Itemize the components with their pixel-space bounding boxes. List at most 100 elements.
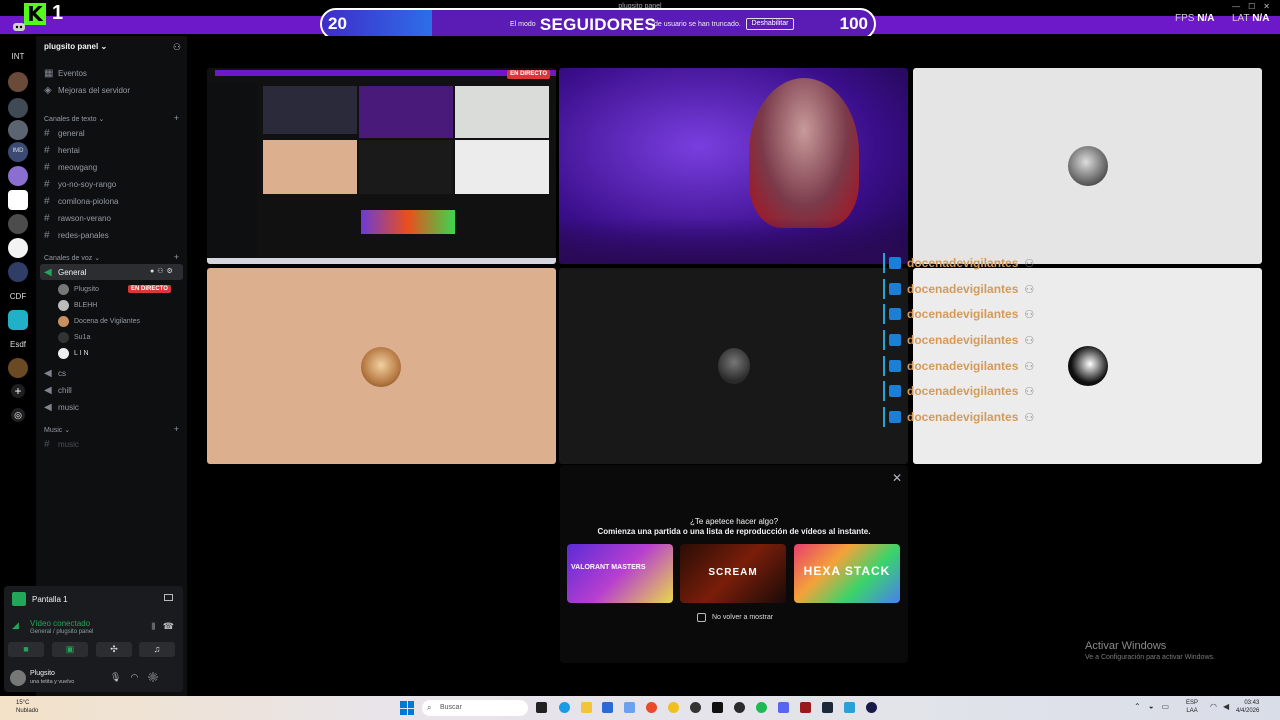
voice-category[interactable]: Canales de voz ⌄ [44, 254, 100, 262]
screen-share-button[interactable]: ▣ [52, 642, 88, 657]
voice-channel-cs[interactable]: ◀ cs [44, 366, 66, 380]
user-status: una tetita y vuelvo [30, 679, 75, 685]
server-int[interactable]: INT [0, 52, 36, 61]
mini-sidebar [207, 82, 257, 262]
follow-icon [889, 283, 901, 295]
edge-icon[interactable] [559, 702, 570, 713]
channel-rawson-verano[interactable]: # rawson-verano [44, 211, 111, 225]
activities-button[interactable]: ✣ [96, 642, 132, 657]
server-esdf[interactable]: Esdf [0, 340, 36, 349]
game-card-valorant[interactable]: VALORANT MASTERS [567, 544, 673, 603]
language-indicator[interactable]: ESP LAA [1186, 699, 1198, 715]
server-avatar-7[interactable] [8, 214, 28, 234]
explorer-icon[interactable] [581, 702, 592, 713]
disconnect-icon[interactable]: ☎ [163, 621, 174, 632]
voice-user-su1a[interactable]: Su1a [58, 330, 90, 344]
text-category[interactable]: Canales de texto ⌄ [44, 115, 104, 123]
opera-icon[interactable] [646, 702, 657, 713]
voice-user-lin[interactable]: L I N [58, 346, 89, 360]
server-name[interactable]: plugsito panel ⌄ [44, 42, 107, 51]
voice-user-docena[interactable]: Docena de Vigilantes [58, 314, 140, 328]
server-avatar-10[interactable] [8, 310, 28, 330]
system-tray[interactable]: ⌃◒▭ [1134, 702, 1177, 711]
user-panel: Pantalla 1 ◢ Vídeo conectado General / p… [4, 586, 183, 692]
activate-windows-title: Activar Windows [1085, 640, 1167, 652]
username[interactable]: Plugsito [30, 670, 55, 677]
maximize-icon[interactable]: ☐ [1248, 2, 1255, 11]
server-avatar-2[interactable] [8, 98, 28, 118]
server-avatar-9[interactable] [8, 262, 28, 282]
tray-status-icons[interactable]: ◠◀ [1210, 702, 1235, 711]
server-avatar-5[interactable] [8, 166, 28, 186]
add-text-channel-icon[interactable]: + [174, 113, 179, 123]
add-member-icon[interactable]: ⚇ [173, 42, 181, 53]
app-icon[interactable] [624, 702, 635, 713]
channel-yo-no-soy-rango[interactable]: # yo-no-soy-rango [44, 177, 116, 191]
stream-tile-webcam[interactable] [559, 68, 908, 264]
taskbar-search[interactable]: ⌕ Buscar [422, 700, 528, 716]
add-music-channel-icon[interactable]: + [174, 424, 179, 434]
dont-show-checkbox[interactable]: No volver a mostrar [697, 613, 773, 622]
minimize-icon[interactable]: — [1232, 2, 1240, 11]
voice-user-blehh[interactable]: BLEHH [58, 298, 97, 312]
task-view-icon[interactable] [536, 702, 547, 713]
channel-meowgang[interactable]: # meowgang [44, 160, 97, 174]
server-avatar-1[interactable] [8, 72, 28, 92]
steam-icon[interactable] [822, 702, 833, 713]
server-avatar-8[interactable] [8, 238, 28, 258]
spotify-icon[interactable] [756, 702, 767, 713]
channel-general[interactable]: # general [44, 126, 85, 140]
soundboard-button[interactable]: ♫ [139, 642, 175, 657]
voice-user-plugsito[interactable]: Plugsito [58, 282, 99, 296]
stream-tile-user-3[interactable] [913, 68, 1262, 264]
obs-icon[interactable] [690, 702, 701, 713]
server-avatar-11[interactable] [8, 358, 28, 378]
compass-icon[interactable]: ◎ [11, 408, 25, 422]
app-icon[interactable] [866, 702, 877, 713]
acrobat-icon[interactable] [800, 702, 811, 713]
voice-channel-actions[interactable]: ●⚇⚙ [150, 267, 176, 275]
close-icon[interactable]: ✕ [892, 471, 902, 485]
stream-tile-user-5[interactable] [559, 268, 908, 464]
avatar[interactable] [10, 670, 26, 686]
windows-start-icon[interactable] [400, 701, 414, 715]
camera-button[interactable]: ■ [8, 642, 44, 657]
add-voice-channel-icon[interactable]: + [174, 252, 179, 262]
music-category[interactable]: Music ⌄ [44, 426, 70, 434]
channel-redes-panales[interactable]: # redes-panales [44, 228, 109, 242]
speaker-icon: ◀ [44, 266, 52, 278]
noise-suppression-icon[interactable]: ⫼ [151, 622, 155, 632]
game-card-hexa[interactable]: HEXA STACK [794, 544, 900, 603]
server-avatar-6[interactable] [8, 190, 28, 210]
boosts-item[interactable]: ◈ Mejoras del servidor [44, 83, 130, 97]
close-icon[interactable]: ✕ [1263, 2, 1270, 11]
popout-icon[interactable] [164, 594, 173, 601]
screen-share-label: Pantalla 1 [12, 592, 68, 606]
voice-channel-chill[interactable]: ◀ chill [44, 383, 72, 397]
store-icon[interactable] [602, 702, 613, 713]
stream-tile-docena[interactable] [207, 268, 556, 464]
app-icon[interactable] [734, 702, 745, 713]
voice-general-label[interactable]: ◀ General [44, 265, 86, 279]
channel-comilona-piolona[interactable]: # comilona-piolona [44, 194, 118, 208]
video-connected-title[interactable]: Vídeo conectado [30, 619, 90, 628]
server-cdf[interactable]: CDF [0, 292, 36, 301]
voice-channel-music[interactable]: ◀ music [44, 400, 79, 414]
stream-tile-screen[interactable]: EN DIRECTO [207, 68, 556, 264]
clock[interactable]: 03:43 4/4/2026 [1236, 699, 1259, 715]
discord-icon[interactable] [778, 702, 789, 713]
add-server-icon[interactable]: + [11, 384, 25, 398]
checkbox-icon[interactable] [697, 613, 706, 622]
channel-hentai[interactable]: # hentai [44, 143, 80, 157]
server-avatar-3[interactable] [8, 120, 28, 140]
user-controls[interactable]: 🎙◠⚙ [110, 672, 168, 683]
channel-music-muted[interactable]: # music [44, 437, 79, 451]
game-card-scream[interactable]: SCREAM [680, 544, 786, 603]
server-imd[interactable]: IMD [0, 148, 36, 154]
app-icon[interactable] [844, 702, 855, 713]
weather-widget[interactable]: 15°C Nublado [16, 699, 38, 715]
capcut-icon[interactable] [712, 702, 723, 713]
follow-icon [889, 334, 901, 346]
events-item[interactable]: ▦ Eventos [44, 66, 87, 80]
chrome-icon[interactable] [668, 702, 679, 713]
